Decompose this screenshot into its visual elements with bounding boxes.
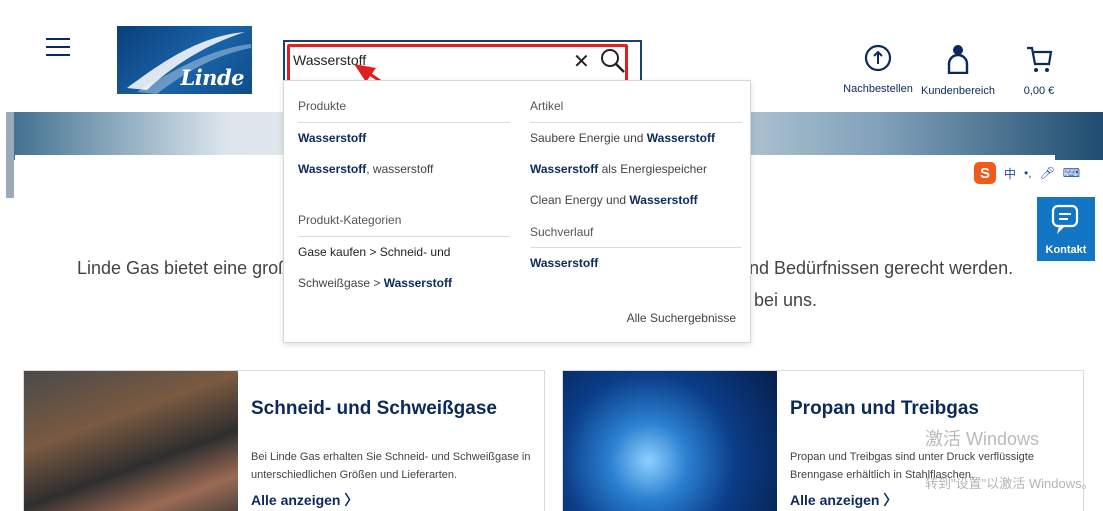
flame-image xyxy=(563,371,777,511)
search-icon[interactable] xyxy=(599,47,627,75)
category-card[interactable]: Propan und Treibgas Propan und Treibgas … xyxy=(562,370,1084,511)
article-suggestion[interactable]: Clean Energy und Wasserstoff xyxy=(530,185,742,216)
account-button[interactable]: Kundenbereich xyxy=(917,44,999,97)
logo-wordmark: Linde xyxy=(180,65,244,90)
reorder-button[interactable]: Nachbestellen xyxy=(840,44,916,95)
hamburger-menu-icon[interactable] xyxy=(46,38,70,56)
cart-total: 0,00 € xyxy=(1023,85,1055,97)
welding-image xyxy=(24,371,238,511)
kontakt-button[interactable]: Kontakt xyxy=(1037,197,1095,261)
microphone-icon[interactable]: 🎤︎ xyxy=(1040,166,1055,180)
history-suggestion[interactable]: Wasserstoff xyxy=(530,248,742,279)
search-box[interactable]: ✕ xyxy=(283,40,642,81)
keyboard-icon[interactable]: ⌨︎ xyxy=(1063,166,1080,180)
all-results-link[interactable]: Alle Suchergebnisse xyxy=(627,311,736,325)
articles-heading: Artikel xyxy=(530,81,742,123)
chat-icon xyxy=(1051,204,1079,234)
product-suggestion[interactable]: Wasserstoff xyxy=(298,123,510,154)
user-icon xyxy=(947,45,969,75)
cart-icon xyxy=(1027,46,1053,72)
card-description: Propan und Treibgas sind unter Druck ver… xyxy=(790,451,1034,481)
linde-logo[interactable]: Linde xyxy=(117,26,252,94)
history-heading: Suchverlauf xyxy=(530,216,742,248)
products-heading: Produkte xyxy=(298,81,510,123)
show-all-link[interactable]: Alle anzeigen 〉 xyxy=(251,490,536,510)
show-all-link[interactable]: Alle anzeigen 〉 xyxy=(790,490,1075,510)
ime-logo-icon: S xyxy=(974,162,996,184)
reorder-icon xyxy=(864,44,892,72)
product-suggestion[interactable]: Wasserstoff, wasserstoff xyxy=(298,154,510,185)
search-input[interactable] xyxy=(293,52,563,68)
ime-punctuation[interactable]: •, xyxy=(1024,166,1032,180)
hero-edge xyxy=(6,112,14,198)
category-card[interactable]: Schneid- und Schweißgase Bei Linde Gas e… xyxy=(23,370,545,511)
card-title: Propan und Treibgas xyxy=(790,398,979,419)
intro-text-right: und Bedürfnissen gerecht werden. xyxy=(739,258,1014,278)
account-label: Kundenbereich xyxy=(920,85,995,97)
category-suggestion-line2[interactable]: Schweißgase > Wasserstoff xyxy=(298,268,510,299)
card-description: Bei Linde Gas erhalten Sie Schneid- und … xyxy=(251,451,531,481)
reorder-label: Nachbestellen xyxy=(843,83,913,95)
ime-mode[interactable]: 中 xyxy=(1004,165,1016,182)
article-suggestion[interactable]: Wasserstoff als Energiespeicher xyxy=(530,154,742,185)
card-title: Schneid- und Schweißgase xyxy=(251,398,497,419)
ime-toolbar[interactable]: S 中 •, 🎤︎ ⌨︎ xyxy=(970,160,1103,186)
kontakt-label: Kontakt xyxy=(1045,244,1087,256)
category-suggestion-line1[interactable]: Gase kaufen > Schneid- und xyxy=(298,237,510,268)
search-suggestions-dropdown: Produkte Wasserstoff Wasserstoff, wasser… xyxy=(283,80,751,343)
clear-search-icon[interactable]: ✕ xyxy=(573,52,590,72)
article-suggestion[interactable]: Saubere Energie und Wasserstoff xyxy=(530,123,742,154)
intro-text-left: Linde Gas bietet eine groß xyxy=(77,258,290,278)
categories-heading: Produkt-Kategorien xyxy=(298,203,510,237)
cart-button[interactable]: 0,00 € xyxy=(1018,44,1060,97)
